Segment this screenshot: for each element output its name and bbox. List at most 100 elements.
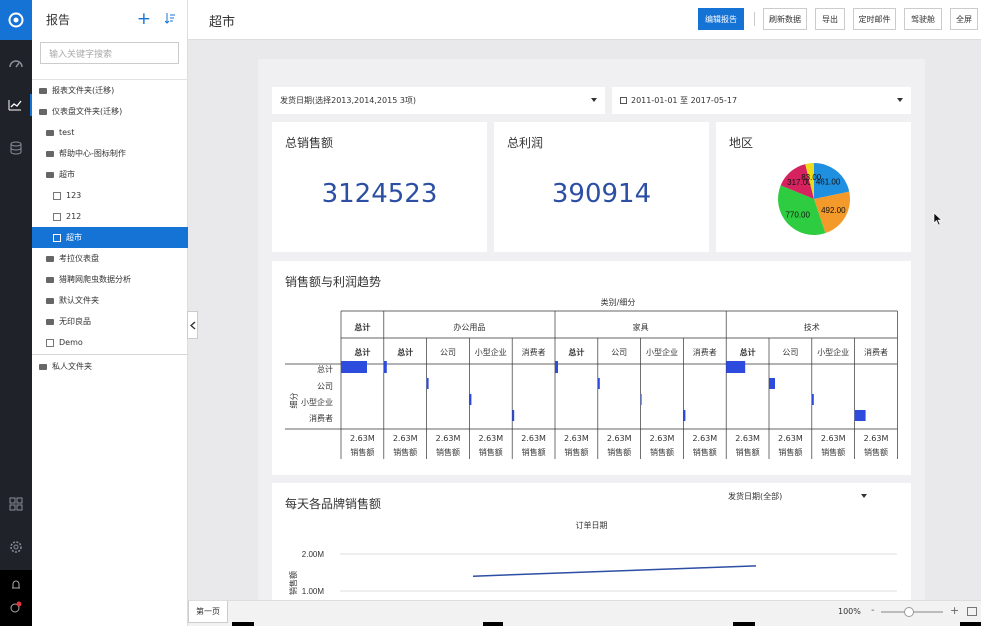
chevron-down-icon (591, 98, 597, 102)
scheduled-email-button[interactable]: 定时邮件 (853, 8, 896, 30)
tree-item[interactable]: test (32, 122, 188, 143)
total-profit-value: 390914 (551, 179, 652, 209)
zoom-out-button[interactable]: - (871, 605, 875, 616)
matrix-footer-value: 2.63M (649, 434, 675, 443)
tree-item[interactable]: 默认文件夹 (32, 290, 188, 311)
matrix-footer-value: 2.63M (564, 434, 589, 443)
brand-sales-line-chart[interactable]: 2.00M 1.00M 销售额 (272, 483, 911, 600)
mouse-cursor-icon (933, 212, 943, 226)
matrix-column-header: 消费者 (692, 348, 717, 357)
fullscreen-button[interactable]: 全屏 (950, 8, 978, 30)
cockpit-button[interactable]: 驾驶舱 (904, 8, 942, 30)
matrix-footer-label: 销售额 (607, 448, 632, 457)
tree-item-label: 帮助中心-图标制作 (59, 149, 126, 158)
tree-item[interactable]: 123 (32, 185, 188, 206)
matrix-group-header: 技术 (803, 323, 820, 332)
fit-screen-icon[interactable] (967, 607, 977, 616)
top-bar: 超市 编辑报告 刷新数据 导出 定时邮件 驾驶舱 全屏 (188, 0, 981, 40)
matrix-bar[interactable] (469, 394, 472, 405)
user-status-icon[interactable] (0, 596, 32, 618)
matrix-column-header: 小型企业 (474, 348, 507, 357)
total-sales-value: 3124523 (321, 179, 438, 209)
bottom-edge-strip (483, 622, 503, 626)
total-profit-card: 总利润 390914 (494, 122, 709, 252)
matrix-column-header: 总计 (739, 348, 756, 357)
page-tab[interactable]: 第一页 (188, 601, 228, 623)
chevron-down-icon (897, 98, 903, 102)
matrix-bar[interactable] (854, 410, 866, 421)
bottom-edge-strip (733, 622, 755, 626)
toolbar-divider (754, 12, 755, 26)
tree-item[interactable]: 私人文件夹 (32, 356, 188, 377)
matrix-bar[interactable] (683, 410, 686, 421)
zoom-level: 100% (838, 607, 861, 616)
matrix-bar[interactable] (811, 394, 814, 405)
tree-item-label: 仪表盘文件夹(迁移) (52, 107, 123, 116)
matrix-row-header: 消费者 (309, 414, 333, 423)
tree-item-label: test (59, 128, 75, 137)
series-line[interactable] (472, 565, 757, 577)
matrix-bar[interactable] (769, 378, 775, 389)
matrix-row-header: 总计 (317, 365, 333, 374)
matrix-footer-label: 销售额 (393, 448, 418, 457)
chart-file-icon (53, 233, 61, 242)
folder-icon (39, 108, 47, 115)
matrix-bar[interactable] (383, 361, 387, 373)
matrix-bar[interactable] (512, 410, 515, 421)
matrix-bar[interactable] (640, 394, 642, 405)
matrix-footer-value: 2.63M (735, 434, 760, 443)
matrix-bar[interactable] (341, 361, 367, 373)
zoom-in-button[interactable]: + (950, 604, 959, 617)
sort-icon[interactable] (164, 12, 175, 27)
tree-item[interactable]: 无印良品 (32, 311, 188, 332)
settings-gear-icon[interactable] (0, 536, 32, 558)
dashboard-gauge-icon[interactable] (0, 52, 32, 74)
bell-icon[interactable] (0, 574, 32, 596)
matrix-footer-label: 销售额 (650, 448, 674, 457)
date-range-filter[interactable]: 2011-01-01 至 2017-05-17 (612, 87, 911, 114)
collapse-sidebar-button[interactable] (187, 311, 198, 339)
tree-item[interactable]: 超市 (32, 164, 188, 185)
refresh-data-button[interactable]: 刷新数据 (763, 8, 807, 30)
tree-item-label: 123 (66, 191, 82, 200)
matrix-footer-label: 销售额 (436, 448, 460, 457)
tree-item[interactable]: 仪表盘文件夹(迁移) (32, 101, 188, 122)
y-tick-label: 2.00M (302, 550, 325, 559)
tree-item[interactable]: 报表文件夹(迁移) (32, 80, 188, 101)
edit-report-button[interactable]: 编辑报告 (698, 8, 744, 30)
pie-slice-label: 492.00 (821, 206, 846, 215)
total-sales-card: 总销售额 3124523 (272, 122, 487, 252)
matrix-column-header: 公司 (782, 348, 799, 357)
report-chart-icon[interactable] (0, 94, 32, 116)
tree-item[interactable]: 猎聘网爬虫数据分析 (32, 269, 188, 290)
tree-item[interactable]: 超市 (32, 227, 188, 248)
folder-icon (46, 276, 54, 283)
tree-item-label: Demo (59, 338, 83, 347)
matrix-bar[interactable] (597, 378, 600, 389)
matrix-bar[interactable] (726, 361, 746, 373)
zoom-slider[interactable] (881, 607, 943, 617)
tree-item[interactable]: Demo (32, 332, 188, 353)
matrix-bar[interactable] (426, 378, 429, 389)
zoom-slider-knob[interactable] (904, 607, 914, 617)
matrix-footer-value: 2.63M (478, 434, 504, 443)
matrix-footer-label: 销售额 (564, 448, 589, 457)
export-button[interactable]: 导出 (815, 8, 845, 30)
search-input[interactable]: 输入关键字搜索 (40, 42, 179, 64)
footer-bar: 第一页 100% - + (188, 600, 981, 626)
tree-item[interactable]: 帮助中心-图标制作 (32, 143, 188, 164)
database-icon[interactable] (0, 137, 32, 159)
ship-date-filter-label: 发货日期(选择2013,2014,2015 3项) (280, 96, 417, 105)
ship-date-filter[interactable]: 发货日期(选择2013,2014,2015 3项) (272, 87, 605, 114)
app-logo[interactable] (0, 0, 32, 40)
tree-item[interactable]: 考拉仪表盘 (32, 248, 188, 269)
matrix-group-header: 家具 (632, 323, 649, 332)
region-pie-chart[interactable]: 461.00492.00770.00317.0083.00 (769, 154, 859, 244)
matrix-footer-value: 2.63M (778, 434, 803, 443)
rail-bottom (0, 570, 32, 626)
matrix-bar[interactable] (555, 361, 558, 373)
tree-item[interactable]: 212 (32, 206, 188, 227)
apps-grid-icon[interactable] (0, 493, 32, 515)
add-icon[interactable]: + (137, 10, 151, 28)
region-card: 地区 461.00 492.00 770.00 317.00 83.00 (716, 122, 911, 252)
